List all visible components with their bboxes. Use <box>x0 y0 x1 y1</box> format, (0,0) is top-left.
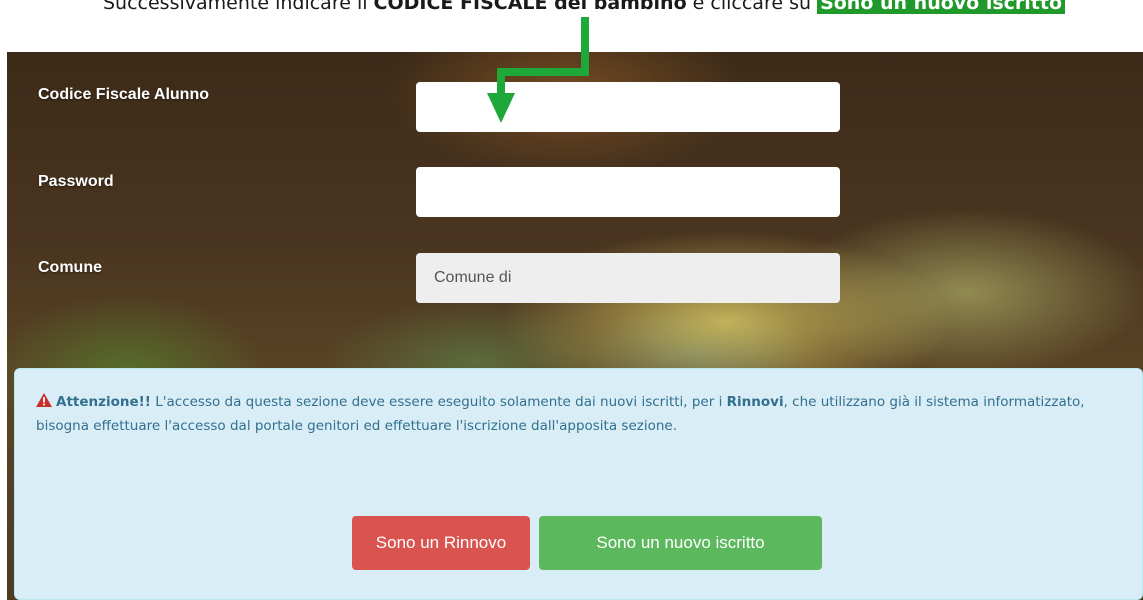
warning-triangle-icon <box>36 393 52 407</box>
renewal-button[interactable]: Sono un Rinnovo <box>352 516 530 570</box>
login-panel: Codice Fiscale Alunno Password Comune At… <box>7 52 1143 600</box>
alert-title: Attenzione!! <box>56 394 151 410</box>
instruction-highlight: Sono un nuovo iscritto <box>817 0 1066 14</box>
form-row-password: Password <box>7 137 1143 217</box>
alert-text-1: L'accesso da questa sezione deve essere … <box>150 394 727 410</box>
codice-fiscale-label: Codice Fiscale Alunno <box>38 86 209 103</box>
comune-label: Comune <box>38 259 102 276</box>
password-label: Password <box>38 173 114 190</box>
new-student-button[interactable]: Sono un nuovo iscritto <box>539 516 822 570</box>
alert-message: Attenzione!! L'accesso da questa sezione… <box>36 390 1116 438</box>
instruction-pre: Successivamente indicare il <box>103 0 374 14</box>
comune-input[interactable] <box>416 253 840 303</box>
password-input[interactable] <box>416 167 840 217</box>
form-row-comune: Comune <box>7 222 1143 303</box>
alert-rinnovi: Rinnovi <box>726 394 784 410</box>
instruction-mid: e cliccare su <box>686 0 818 14</box>
annotation-arrow-icon <box>487 17 589 123</box>
instruction-bold: CODICE FISCALE del bambino <box>373 0 687 14</box>
